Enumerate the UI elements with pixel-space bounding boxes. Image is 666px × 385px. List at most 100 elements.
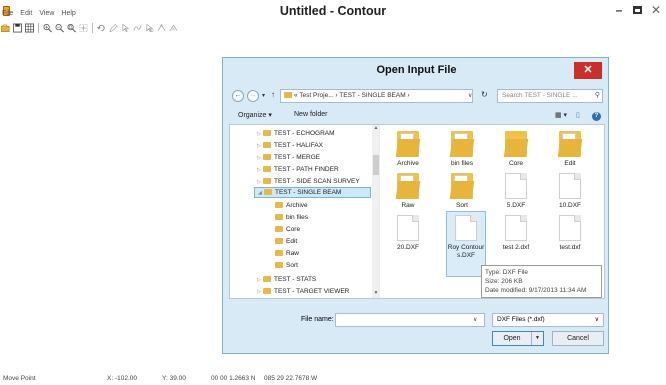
file-item-edit[interactable]: Edit (546, 131, 594, 168)
file-item-roy-contours-dxf[interactable]: Roy Contours.DXF (446, 211, 486, 277)
tree-item-test-target-viewer[interactable]: ▷ TEST - TARGET VIEWER (257, 286, 349, 297)
close-window-button[interactable]: ✕ (647, 3, 665, 17)
address-dropdown-button[interactable]: ∨ (468, 92, 472, 99)
open-input-file-dialog: Open Input File ✕ ← → ▾ ↑ « Test Proje..… (222, 57, 609, 354)
zoom-area-button[interactable] (66, 23, 77, 34)
folder-icon (275, 202, 283, 208)
zoom-in-icon (43, 24, 52, 33)
file-item-20-dxf[interactable]: 20.DXF (384, 215, 432, 252)
menu-edit[interactable]: Edit (20, 10, 32, 21)
file-label: 10.DXF (558, 202, 582, 209)
scroll-up-icon[interactable]: ▲ (372, 125, 379, 133)
search-icon: ⚲ (594, 92, 600, 99)
file-item-archive[interactable]: Archive (384, 131, 432, 168)
tree-item-test-path-finder[interactable]: ▷ TEST - PATH FINDER (257, 164, 339, 175)
menu-help[interactable]: Help (61, 10, 75, 21)
file-label: Roy Contours.DXF (447, 244, 485, 259)
tree-item-bin-files[interactable]: bin files (275, 212, 308, 223)
zoom-extents-button[interactable] (78, 23, 89, 34)
change-view-button[interactable]: ▦ ▾ (555, 111, 567, 119)
address-bar[interactable]: « Test Proje... › TEST - SINGLE BEAM › (280, 89, 473, 103)
tree-item-label: TEST - HALIFAX (274, 142, 324, 149)
scroll-down-icon[interactable]: ▼ (372, 290, 379, 298)
tree-item-test-side-scan-survey[interactable]: ▷ TEST - SIDE SCAN SURVEY (257, 176, 360, 187)
tree-item-sort[interactable]: Sort (275, 260, 298, 271)
search-input[interactable]: Search TEST - SINGLE ... ⚲ (497, 89, 603, 103)
tree-item-label: bin files (286, 214, 309, 221)
move-point-button[interactable] (144, 23, 155, 34)
menu-view[interactable]: View (39, 10, 54, 21)
document-icon (559, 215, 581, 241)
cancel-button[interactable]: Cancel (552, 331, 604, 346)
tree-scrollbar[interactable]: ▲ ▼ (372, 125, 379, 298)
zoom-in-button[interactable] (42, 23, 53, 34)
maximize-button[interactable] (628, 3, 646, 17)
file-item-test-dxf[interactable]: test.dxf (546, 215, 594, 252)
draw-line-button[interactable] (108, 23, 119, 34)
delete-point-button[interactable] (168, 23, 179, 34)
recent-locations-button[interactable]: ▾ (262, 92, 265, 99)
tree-item-core[interactable]: Core (275, 224, 300, 235)
file-name-input[interactable] (335, 313, 485, 327)
select-button[interactable] (120, 23, 131, 34)
file-item-test-2-dxf[interactable]: test 2.dxf (492, 215, 540, 252)
status-mode: Move Point (3, 375, 36, 382)
file-item-sort[interactable]: Sort (438, 173, 486, 210)
tree-item-test-echogram[interactable]: ▷ TEST - ECHOGRAM (257, 128, 335, 139)
open-options-dropdown[interactable]: ▼ (531, 332, 543, 345)
preview-pane-button[interactable]: ▯ (576, 111, 580, 119)
back-button[interactable]: ← (232, 90, 244, 102)
maximize-icon (632, 6, 642, 14)
menu-file[interactable]: File (2, 10, 13, 21)
organize-button[interactable]: Organize ▾ (238, 111, 272, 119)
dialog-close-button[interactable]: ✕ (574, 62, 602, 79)
file-type-select[interactable]: DXF Files (*.dxf) ∨ (492, 313, 604, 327)
folder-icon (263, 276, 271, 282)
scrollbar-thumb[interactable] (373, 155, 379, 175)
toolbar-separator (38, 23, 39, 33)
file-name-dropdown-button[interactable]: ∨ (473, 316, 477, 323)
file-item-10-dxf[interactable]: 10.DXF (546, 173, 594, 210)
minimize-button[interactable]: – (610, 3, 628, 17)
window-title: Untitled - Contour (279, 4, 387, 18)
status-y-coordinate: Y: 39.00 (162, 375, 186, 382)
tree-item-test-merge[interactable]: ▷ TEST - MERGE (257, 152, 320, 163)
add-point-button[interactable] (156, 23, 167, 34)
zoom-out-button[interactable] (54, 23, 65, 34)
forward-button[interactable]: → (247, 90, 259, 102)
help-button[interactable]: ? (592, 112, 601, 121)
open-file-button[interactable] (0, 23, 11, 34)
file-item-bin-files[interactable]: bin files (438, 131, 486, 168)
folder-icon (263, 288, 271, 294)
curve-button[interactable] (132, 23, 143, 34)
refresh-button[interactable]: ↻ (481, 90, 488, 99)
tree-item-test-stats[interactable]: ▷ TEST - STATS (257, 274, 316, 285)
file-label: Raw (401, 202, 415, 209)
status-longitude: 085 29 22.7678 W (264, 375, 318, 382)
save-button[interactable] (12, 23, 23, 34)
up-button[interactable]: ↑ (271, 90, 275, 99)
document-icon (505, 173, 527, 199)
undo-button[interactable] (96, 23, 107, 34)
open-button-label: Open (503, 335, 521, 342)
document-icon (397, 215, 419, 241)
grid-button[interactable] (24, 23, 35, 34)
command-bar: Organize ▾ New folder ▦ ▾ ▯ ? (223, 108, 610, 124)
tree-item-edit[interactable]: Edit (275, 236, 297, 247)
file-label: 5.DXF (506, 202, 526, 209)
folder-icon (264, 189, 272, 195)
tree-item-test-halifax[interactable]: ▷ TEST - HALIFAX (257, 140, 323, 151)
tree-item-raw[interactable]: Raw (275, 248, 299, 259)
new-folder-button[interactable]: New folder (294, 111, 327, 118)
tree-item-label: TEST - SINGLE BEAM (275, 189, 342, 196)
file-item-raw[interactable]: Raw (384, 173, 432, 210)
file-item-core[interactable]: Core (492, 131, 540, 168)
dialog-title: Open Input File (376, 64, 457, 76)
open-button[interactable]: Open ▼ (492, 331, 544, 346)
file-item-5-dxf[interactable]: 5.DXF (492, 173, 540, 210)
tree-item-archive[interactable]: Archive (275, 200, 308, 211)
document-icon (559, 173, 581, 199)
file-label: test 2.dxf (502, 244, 530, 251)
tree-item-test-single-beam[interactable]: ◢ TEST - SINGLE BEAM (254, 187, 371, 198)
folder-icon (395, 173, 421, 199)
